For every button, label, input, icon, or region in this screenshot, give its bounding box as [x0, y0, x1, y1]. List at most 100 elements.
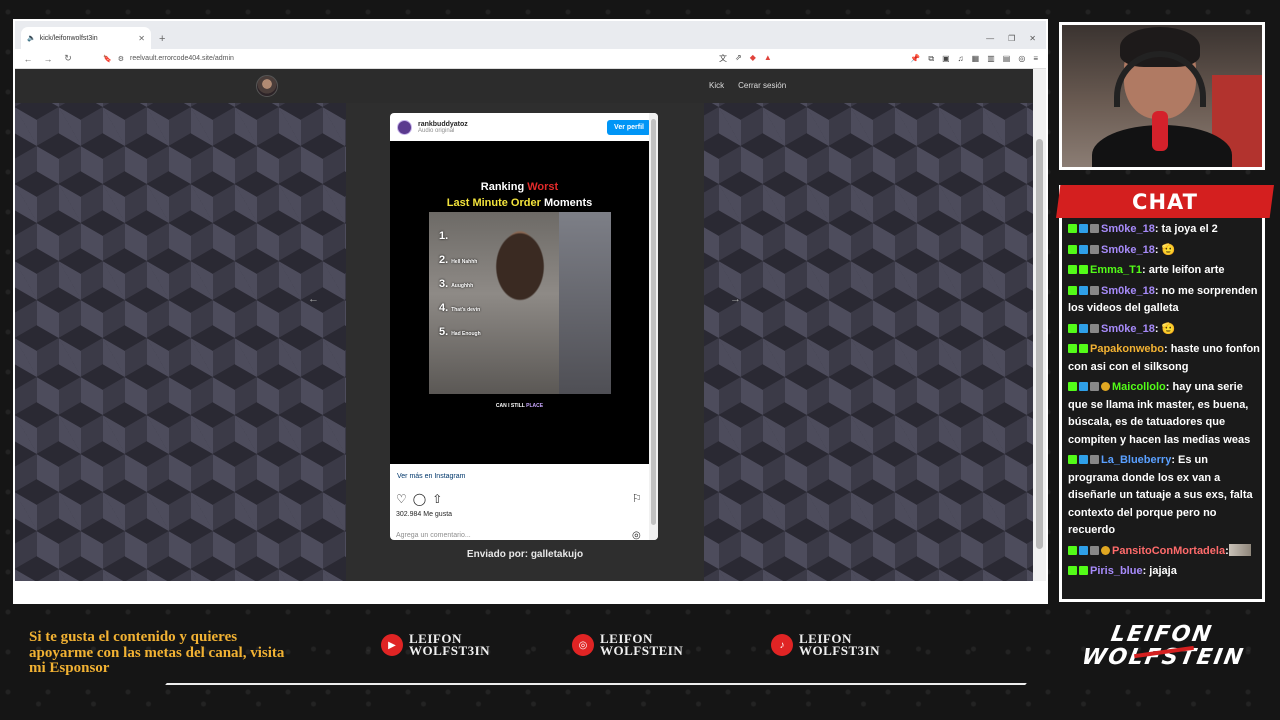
- like-icon[interactable]: ♡: [396, 492, 407, 506]
- chat-username[interactable]: La_Blueberry: [1101, 454, 1171, 466]
- instagram-user: rankbuddyatoz Audio original: [418, 121, 468, 134]
- page-scrollbar[interactable]: [1033, 69, 1046, 581]
- share-post-icon[interactable]: ⇧: [432, 492, 442, 506]
- blue-badge-icon: [1079, 224, 1088, 233]
- bookmark-icon[interactable]: 🔖: [103, 55, 112, 63]
- green-badge-icon: [1068, 566, 1077, 575]
- tiktok-icon: ♪: [771, 634, 793, 656]
- chat-text: : arte leifon arte: [1141, 264, 1225, 276]
- chat-message: Papakonwebo: haste uno fonfon con asi co…: [1068, 341, 1260, 376]
- url-field[interactable]: 🔖 ⚙ reelvault.errorcode404.site/admin: [83, 52, 703, 66]
- music-icon[interactable]: ♫: [958, 54, 964, 64]
- chat-username[interactable]: Sm0ke_18: [1101, 323, 1155, 335]
- tab-search-icon[interactable]: ▦: [972, 54, 980, 64]
- chat-username[interactable]: Sm0ke_18: [1101, 285, 1155, 297]
- social-link[interactable]: ◎ LEIFON WOLFSTEIN: [572, 632, 683, 657]
- social-link[interactable]: ▶ LEIFON WOLFST3IN: [381, 632, 491, 658]
- save-post-icon[interactable]: ⚐: [632, 492, 642, 505]
- chat-username[interactable]: Sm0ke_18: [1101, 223, 1155, 235]
- chat-username[interactable]: Maicollolo: [1112, 381, 1166, 393]
- chat-username[interactable]: PansitoConMortadela: [1112, 545, 1225, 557]
- green-badge-icon: [1068, 323, 1077, 333]
- back-icon[interactable]: ←: [23, 54, 33, 64]
- forward-icon[interactable]: →: [43, 54, 53, 64]
- maximize-icon[interactable]: ❐: [1008, 34, 1015, 43]
- next-arrow-icon[interactable]: →: [730, 293, 741, 305]
- screenshot-icon[interactable]: ▣: [942, 54, 950, 64]
- minimize-icon[interactable]: —: [986, 34, 994, 43]
- window-controls: — ❐ ✕: [986, 34, 1036, 43]
- rank-item: 3. Auughhh: [439, 278, 481, 290]
- chat-message: La_Blueberry: Es un programa donde los e…: [1068, 452, 1260, 540]
- nav-link-kick[interactable]: Kick: [709, 81, 724, 90]
- instagram-avatar[interactable]: [397, 119, 412, 135]
- browser-tab[interactable]: 🔈 kick/leifonwolfst3in ✕: [21, 27, 151, 49]
- social-handle: LEIFON WOLFSTEIN: [600, 632, 683, 657]
- youtube-icon: ▶: [381, 634, 403, 656]
- social-link[interactable]: ♪ LEIFON WOLFST3IN: [771, 632, 881, 658]
- rank-number: 5.: [439, 326, 449, 338]
- site-info-icon[interactable]: ⚙: [118, 55, 124, 63]
- rank-item: 2. Hell Nahhh: [439, 254, 481, 266]
- page-scroll-thumb[interactable]: [1036, 139, 1043, 549]
- comment-input[interactable]: Agrega un comentario...: [396, 532, 471, 539]
- pin-icon[interactable]: 📌: [910, 54, 920, 64]
- sponsor-text: Si te gusta el contenido y quieres apoya…: [29, 629, 285, 676]
- share-icon[interactable]: ⇗: [735, 53, 742, 64]
- extension-icon[interactable]: ⧉: [928, 54, 934, 64]
- green-badge-icon: [1068, 344, 1077, 353]
- brave-rewards-icon[interactable]: ▲: [764, 53, 772, 64]
- caption-text: CAN I STILL: [495, 403, 525, 409]
- brave-shields-icon[interactable]: ◆: [750, 53, 756, 64]
- tab-title: kick/leifonwolfst3in: [39, 34, 98, 42]
- embed-scroll-thumb[interactable]: [651, 119, 656, 525]
- likes-count: 302.984 Me gusta: [396, 511, 453, 518]
- gray-badge-icon: [1090, 323, 1099, 333]
- blue-badge-icon: [1079, 244, 1088, 254]
- sidebar-icon[interactable]: ▥: [987, 54, 995, 64]
- chat-username[interactable]: Papakonwebo: [1090, 343, 1164, 355]
- instagram-audio[interactable]: Audio original: [418, 128, 468, 134]
- instagram-icon: ◎: [572, 634, 594, 656]
- embed-scrollbar[interactable]: [649, 113, 658, 540]
- gray-badge-icon: [1090, 545, 1099, 555]
- gold-badge-icon: [1101, 382, 1110, 391]
- comment-icon[interactable]: ◯: [413, 492, 426, 506]
- rank-text: Had Enough: [451, 331, 481, 337]
- nav-link-logout[interactable]: Cerrar sesión: [738, 81, 786, 90]
- chat-username[interactable]: Sm0ke_18: [1101, 244, 1155, 256]
- social-handle: LEIFON WOLFST3IN: [799, 632, 881, 658]
- menu-icon[interactable]: ≡: [1033, 54, 1038, 64]
- reload-icon[interactable]: ↻: [63, 53, 73, 64]
- new-tab-icon[interactable]: +: [159, 33, 165, 45]
- site-logo-avatar[interactable]: [256, 75, 278, 97]
- chat-username[interactable]: Piris_blue: [1090, 565, 1143, 577]
- video-title-part: Ranking: [480, 181, 525, 193]
- close-tab-icon[interactable]: ✕: [138, 34, 145, 43]
- vpn-icon[interactable]: ◎: [1018, 54, 1025, 64]
- view-profile-button[interactable]: Ver perfil: [607, 119, 651, 135]
- green-badge-icon: [1079, 566, 1088, 575]
- video-background: [559, 212, 611, 394]
- view-more-link[interactable]: Ver más en Instagram: [397, 473, 465, 480]
- web-page: Kick Cerrar sesión ← → rankbuddyatoz Aud…: [15, 69, 1046, 581]
- prev-arrow-icon[interactable]: ←: [308, 293, 319, 305]
- rank-text: That's devin: [451, 307, 481, 313]
- social-handle-line: WOLFST3IN: [409, 643, 491, 658]
- address-bar: ← → ↻ 🔖 ⚙ reelvault.errorcode404.site/ad…: [15, 49, 1046, 69]
- translate-icon[interactable]: 文: [719, 53, 727, 64]
- gray-badge-icon: [1090, 244, 1099, 254]
- close-window-icon[interactable]: ✕: [1029, 34, 1036, 43]
- instagram-username[interactable]: rankbuddyatoz: [418, 121, 468, 128]
- social-handle-line: WOLFST3IN: [799, 643, 881, 658]
- instagram-logo-icon[interactable]: ◎: [632, 530, 641, 540]
- rank-number: 2.: [439, 254, 449, 266]
- gray-badge-icon: [1090, 382, 1099, 391]
- green-badge-icon: [1068, 285, 1077, 295]
- chat-messages: Sm0ke_18: ta joya el 2 Sm0ke_18: 🫡 Emma_T1…: [1068, 221, 1260, 584]
- wallet-icon[interactable]: ▤: [1003, 54, 1011, 64]
- rank-text: Auughhh: [451, 283, 474, 289]
- chat-username[interactable]: Emma_T1: [1090, 264, 1142, 276]
- webcam-feed: [1059, 22, 1265, 170]
- instagram-video[interactable]: Ranking Worst Last Minute Order Moments …: [390, 141, 649, 464]
